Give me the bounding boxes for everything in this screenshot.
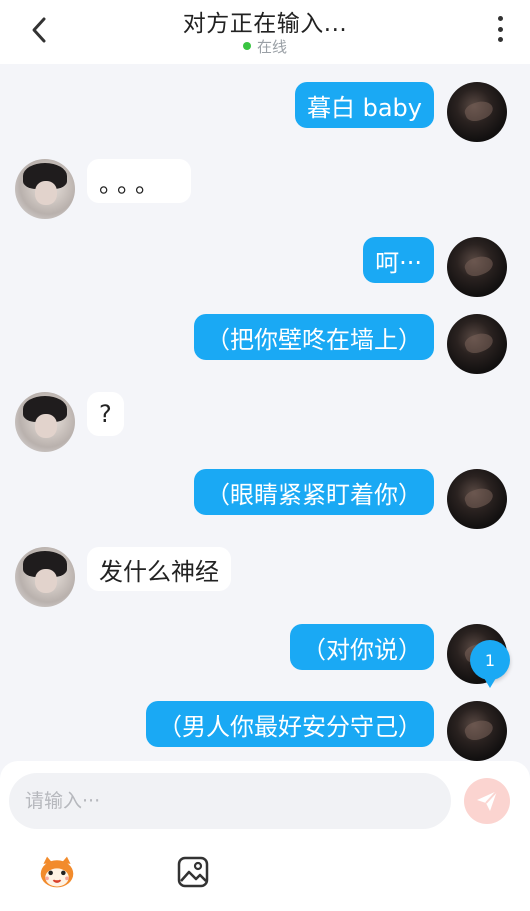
message-bubble[interactable]: （把你壁咚在墙上） bbox=[194, 314, 434, 360]
message-list[interactable]: 暮白 baby 。。。 呵··· （把你壁咚在墙上） ? （眼睛紧紧盯着你） 发… bbox=[0, 64, 530, 761]
message-row: （对你说） bbox=[0, 624, 530, 684]
avatar[interactable] bbox=[447, 469, 507, 529]
message-bubble[interactable]: 发什么神经 bbox=[87, 547, 231, 591]
chat-title: 对方正在输入... bbox=[182, 11, 348, 37]
avatar[interactable] bbox=[447, 82, 507, 142]
online-status: 在线 bbox=[0, 36, 530, 57]
mascot-icon bbox=[40, 856, 74, 888]
message-row: 发什么神经 bbox=[0, 547, 530, 607]
message-input[interactable] bbox=[9, 773, 451, 829]
avatar[interactable] bbox=[447, 237, 507, 297]
paper-plane-icon bbox=[477, 790, 498, 811]
message-bubble[interactable]: ? bbox=[87, 392, 124, 436]
avatar[interactable] bbox=[447, 701, 507, 761]
message-row: 暮白 baby bbox=[0, 82, 530, 142]
unread-badge[interactable]: 1 bbox=[470, 640, 510, 688]
send-button[interactable] bbox=[464, 778, 510, 824]
message-row: （男人你最好安分守己） bbox=[0, 701, 530, 761]
dot-icon bbox=[497, 26, 503, 32]
sticker-button[interactable] bbox=[38, 853, 76, 891]
message-row: （把你壁咚在墙上） bbox=[0, 314, 530, 374]
online-dot bbox=[242, 41, 251, 50]
dot-icon bbox=[497, 16, 503, 21]
message-bubble[interactable]: （眼睛紧紧盯着你） bbox=[194, 469, 434, 515]
avatar[interactable] bbox=[15, 159, 75, 219]
message-row: 。。。 bbox=[0, 159, 530, 219]
message-bubble[interactable]: 暮白 baby bbox=[294, 82, 434, 128]
message-bubble[interactable]: （男人你最好安分守己） bbox=[146, 701, 434, 747]
status-label: 在线 bbox=[256, 38, 287, 56]
avatar[interactable] bbox=[15, 392, 75, 452]
message-bubble[interactable]: 呵··· bbox=[363, 237, 434, 283]
dot-icon bbox=[497, 37, 503, 42]
message-bubble[interactable]: 。。。 bbox=[87, 159, 191, 203]
avatar[interactable] bbox=[447, 314, 507, 374]
image-icon bbox=[177, 856, 209, 888]
message-row: （眼睛紧紧盯着你） bbox=[0, 469, 530, 529]
chat-header: 对方正在输入... 在线 bbox=[0, 0, 530, 64]
avatar[interactable] bbox=[15, 547, 75, 607]
message-bubble[interactable]: （对你说） bbox=[290, 624, 434, 670]
message-row: ? bbox=[0, 392, 530, 452]
image-button[interactable] bbox=[174, 853, 212, 891]
more-options-button[interactable] bbox=[490, 12, 510, 46]
message-composer bbox=[0, 761, 530, 911]
message-row: 呵··· bbox=[0, 237, 530, 297]
